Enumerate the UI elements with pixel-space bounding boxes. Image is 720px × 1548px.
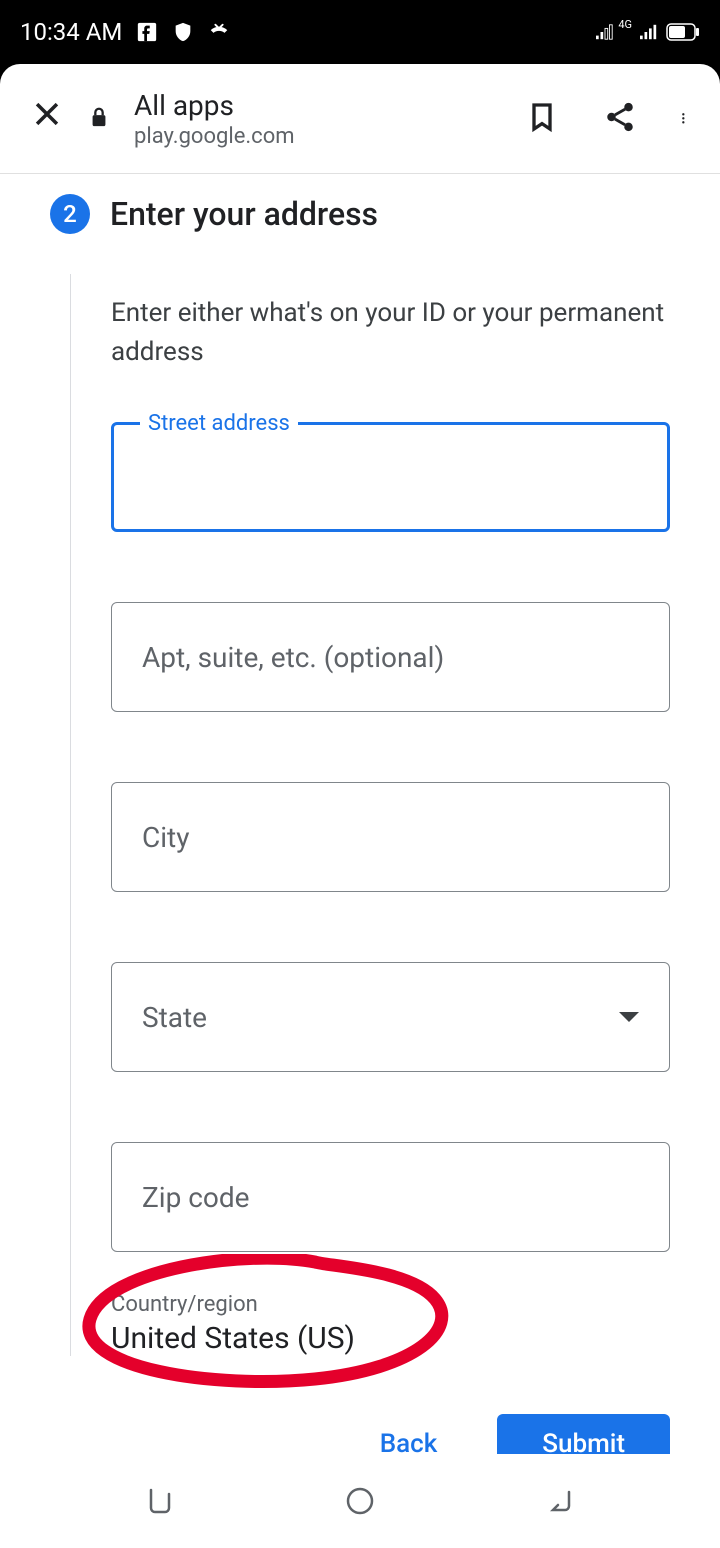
instruction-text: Enter either what's on your ID or your p…	[111, 294, 670, 372]
shield-check-icon	[172, 21, 194, 43]
submit-button[interactable]: Submit	[497, 1414, 670, 1454]
step-number-badge: 2	[50, 194, 90, 234]
back-nav-button[interactable]	[540, 1481, 580, 1521]
status-bar: 10:34 AM 4G	[0, 0, 720, 64]
battery-icon	[666, 21, 700, 43]
bookmark-icon[interactable]	[526, 99, 558, 139]
chevron-down-icon	[619, 1012, 639, 1022]
close-icon[interactable]	[30, 97, 64, 141]
browser-view: All apps play.google.com 2 Enter your ad…	[0, 64, 720, 1454]
network-label: 4G	[618, 18, 632, 31]
share-icon[interactable]	[603, 100, 637, 138]
home-button[interactable]	[340, 1481, 380, 1521]
facebook-icon	[136, 21, 158, 43]
zip-field[interactable]: Zip code	[111, 1142, 670, 1252]
street-address-label: Street address	[140, 411, 298, 436]
step-header: 2 Enter your address	[50, 194, 670, 234]
zip-placeholder: Zip code	[142, 1181, 250, 1214]
signal-icon-2	[638, 21, 660, 43]
status-right: 4G	[594, 21, 700, 43]
apt-placeholder: Apt, suite, etc. (optional)	[142, 641, 444, 674]
country-value: United States (US)	[111, 1321, 670, 1356]
browser-actions	[526, 99, 690, 139]
step-title: Enter your address	[110, 195, 378, 233]
recent-apps-button[interactable]	[140, 1481, 180, 1521]
page-url: play.google.com	[134, 124, 502, 149]
browser-bar: All apps play.google.com	[0, 64, 720, 174]
status-left: 10:34 AM	[20, 18, 230, 46]
country-block: Country/region United States (US)	[111, 1292, 670, 1356]
country-label: Country/region	[111, 1292, 670, 1317]
missed-call-icon	[208, 21, 230, 43]
street-address-field[interactable]: Street address	[111, 422, 670, 532]
city-placeholder: City	[142, 821, 189, 854]
nav-bar	[0, 1454, 720, 1548]
apt-field[interactable]: Apt, suite, etc. (optional)	[111, 602, 670, 712]
button-row: Back Submit	[110, 1414, 670, 1454]
form-area: Enter either what's on your ID or your p…	[70, 274, 670, 1356]
city-field[interactable]: City	[111, 782, 670, 892]
lock-icon	[88, 105, 110, 133]
state-field[interactable]: State	[111, 962, 670, 1072]
page-content: 2 Enter your address Enter either what's…	[0, 174, 720, 1454]
url-block[interactable]: All apps play.google.com	[134, 89, 502, 149]
more-icon[interactable]	[682, 101, 690, 137]
signal-icon-1	[594, 21, 616, 43]
back-button[interactable]: Back	[350, 1414, 468, 1454]
page-title: All apps	[134, 89, 502, 122]
clock-time: 10:34 AM	[20, 18, 122, 46]
state-placeholder: State	[142, 1001, 207, 1034]
